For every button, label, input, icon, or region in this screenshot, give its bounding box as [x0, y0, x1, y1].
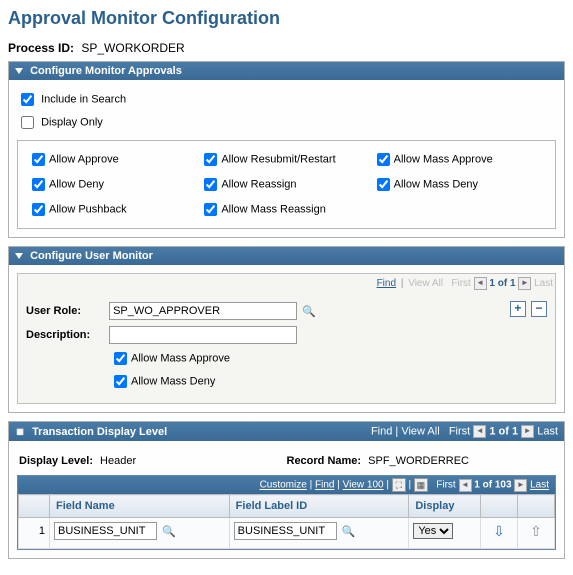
field-label-id-input[interactable]: [234, 522, 337, 540]
delete-row-button[interactable]: −: [531, 301, 547, 317]
view-100-link[interactable]: View 100: [343, 480, 384, 491]
section-header-configure-user-monitor[interactable]: Configure User Monitor: [9, 247, 564, 265]
move-down-icon[interactable]: ⇩: [491, 523, 507, 539]
collapse-icon: [15, 253, 23, 259]
collapse-icon: [15, 68, 23, 74]
allow-mass-deny-checkbox[interactable]: [377, 178, 390, 191]
include-in-search-label: Include in Search: [41, 93, 126, 105]
allow-mass-approve-label: Allow Mass Approve: [394, 153, 493, 165]
lookup-icon[interactable]: 🔍: [162, 525, 176, 538]
view-all-link: View All: [408, 278, 443, 289]
allow-resubmit-restart-checkbox[interactable]: [204, 153, 217, 166]
grid-position: 1 of 103: [474, 480, 511, 491]
find-link[interactable]: Find: [371, 425, 392, 437]
fields-grid: Customize | Find | View 100 | ⛶ | ▦ Firs…: [17, 475, 556, 550]
um-allow-mass-approve-checkbox[interactable]: [114, 352, 127, 365]
first-label: First: [436, 480, 455, 491]
lookup-icon[interactable]: 🔍: [342, 525, 356, 538]
fields-table: Field Name Field Label ID Display 1 🔍: [18, 494, 555, 549]
prev-arrow-icon[interactable]: ◄: [474, 277, 487, 290]
field-name-input[interactable]: [54, 522, 157, 540]
prev-arrow-icon[interactable]: ◄: [459, 479, 472, 492]
allow-mass-reassign-label: Allow Mass Reassign: [221, 203, 326, 215]
um-allow-mass-approve-label: Allow Mass Approve: [131, 352, 230, 364]
first-label: First: [451, 278, 470, 289]
table-row: 1 🔍 🔍 YesNo ⇩ ⇧: [19, 518, 555, 549]
find-link[interactable]: Find: [315, 480, 334, 491]
display-select[interactable]: YesNo: [413, 523, 453, 539]
col-field-label-id[interactable]: Field Label ID: [229, 495, 409, 518]
process-id-label: Process ID:: [8, 41, 74, 55]
record-name-label: Record Name:: [287, 455, 362, 467]
section-header-configure-approvals[interactable]: Configure Monitor Approvals: [9, 62, 564, 80]
process-id-row: Process ID: SP_WORKORDER: [8, 41, 565, 55]
section-title: Transaction Display Level: [32, 426, 167, 438]
download-icon[interactable]: ▦: [414, 478, 428, 492]
description-label: Description:: [26, 329, 106, 341]
nav-position: 1 of 1: [489, 425, 518, 437]
allow-mass-deny-label: Allow Mass Deny: [394, 178, 478, 190]
col-display[interactable]: Display: [409, 495, 481, 518]
user-role-input[interactable]: [109, 302, 297, 320]
next-arrow-icon[interactable]: ►: [518, 277, 531, 290]
um-allow-mass-deny-checkbox[interactable]: [114, 375, 127, 388]
last-label: Last: [534, 278, 553, 289]
allow-reassign-label: Allow Reassign: [221, 178, 296, 190]
display-level-value: Header: [100, 455, 136, 467]
customize-link[interactable]: Customize: [260, 480, 307, 491]
section-configure-user-monitor: Configure User Monitor Find | View All F…: [8, 246, 565, 413]
zoom-icon[interactable]: ⛶: [392, 478, 406, 492]
allow-approve-checkbox[interactable]: [32, 153, 45, 166]
allow-mass-approve-checkbox[interactable]: [377, 153, 390, 166]
allow-resubmit-restart-label: Allow Resubmit/Restart: [221, 153, 335, 165]
allow-reassign-checkbox[interactable]: [204, 178, 217, 191]
move-up-icon[interactable]: ⇧: [528, 523, 544, 539]
prev-arrow-icon[interactable]: ◄: [473, 425, 486, 438]
col-field-name[interactable]: Field Name: [50, 495, 230, 518]
display-only-checkbox[interactable]: [21, 116, 34, 129]
um-allow-mass-deny-label: Allow Mass Deny: [131, 375, 215, 387]
page-title: Approval Monitor Configuration: [8, 8, 565, 29]
section-title: Configure Monitor Approvals: [30, 65, 182, 77]
display-level-label: Display Level:: [19, 455, 93, 467]
last-link[interactable]: Last: [530, 480, 549, 491]
include-in-search-checkbox[interactable]: [21, 93, 34, 106]
add-row-button[interactable]: +: [510, 301, 526, 317]
user-monitor-nav: Find | View All First ◄ 1 of 1 ► Last: [18, 274, 555, 293]
next-arrow-icon[interactable]: ►: [521, 425, 534, 438]
allow-pushback-label: Allow Pushback: [49, 203, 127, 215]
section-transaction-display-level: ▦ Transaction Display Level Find | View …: [8, 421, 565, 559]
tdl-nav: Find | View All First ◄ 1 of 1 ► Last: [371, 425, 558, 438]
last-label: Last: [537, 425, 558, 437]
permissions-box: Allow Approve Allow Deny Allow Pushback …: [17, 140, 556, 229]
find-link[interactable]: Find: [377, 278, 396, 289]
allow-mass-reassign-checkbox[interactable]: [204, 203, 217, 216]
row-seq: 1: [19, 518, 50, 549]
section-header-transaction-display-level[interactable]: ▦ Transaction Display Level Find | View …: [9, 422, 564, 441]
allow-deny-checkbox[interactable]: [32, 178, 45, 191]
next-arrow-icon[interactable]: ►: [514, 479, 527, 492]
lookup-icon[interactable]: 🔍: [302, 305, 316, 318]
display-only-label: Display Only: [41, 116, 103, 128]
section-title: Configure User Monitor: [30, 250, 153, 262]
section-configure-approvals: Configure Monitor Approvals Include in S…: [8, 61, 565, 238]
grid-icon: ▦: [15, 427, 25, 437]
allow-deny-label: Allow Deny: [49, 178, 104, 190]
allow-approve-label: Allow Approve: [49, 153, 119, 165]
user-role-label: User Role:: [26, 305, 106, 317]
process-id-value: SP_WORKORDER: [81, 41, 184, 55]
allow-pushback-checkbox[interactable]: [32, 203, 45, 216]
grid-toolbar: Customize | Find | View 100 | ⛶ | ▦ Firs…: [18, 476, 555, 494]
view-all-link: View All: [401, 425, 439, 437]
nav-position: 1 of 1: [489, 278, 515, 289]
first-label: First: [449, 425, 470, 437]
record-name-value: SPF_WORDERREC: [368, 455, 469, 467]
description-input[interactable]: [109, 326, 297, 344]
